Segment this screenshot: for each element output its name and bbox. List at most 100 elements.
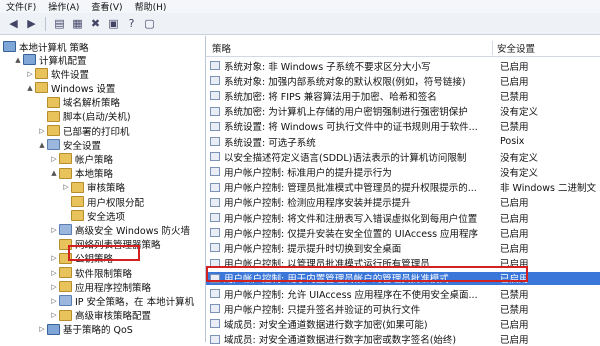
help-icon[interactable]: ? bbox=[124, 16, 139, 31]
policy-name: 系统加密: 为计算机上存储的用户密钥强制进行强密钥保护 bbox=[224, 107, 468, 119]
toolbar-separator bbox=[45, 16, 46, 31]
tree-item[interactable]: ▷ 高级安全 Windows 防火墙 bbox=[50, 223, 190, 237]
tree-item-label: 高级审核策略配置 bbox=[75, 311, 152, 323]
policy-icon bbox=[210, 243, 220, 253]
toolbar: ◀ ▶ ▤ ▦ ✖ ▣ ? ▢ bbox=[0, 13, 600, 35]
menu-file[interactable]: 文件(F) bbox=[6, 0, 36, 13]
policy-row[interactable]: 以安全描述符定义语言(SDDL)语法表示的计算机访问限制 没有定义 bbox=[206, 150, 600, 164]
tree-item[interactable]: ▷ 软件设置 bbox=[26, 67, 89, 81]
security-settings-icon bbox=[47, 139, 60, 151]
expander-icon[interactable]: ▷ bbox=[50, 311, 58, 319]
tree-item[interactable]: ▷ 审核策略 bbox=[62, 181, 125, 194]
computer-icon bbox=[23, 54, 36, 65]
policy-icon bbox=[210, 137, 220, 146]
folder-icon bbox=[59, 167, 72, 179]
policy-icon bbox=[210, 289, 220, 298]
policy-row[interactable]: 用户帐户控制: 标准用户的提升提示行为 没有定义 bbox=[206, 165, 600, 179]
tree-item[interactable]: ▷ 已部署的打印机 bbox=[38, 124, 130, 138]
policy-setting: 没有定义 bbox=[500, 167, 539, 179]
menu-help[interactable]: 帮助(H) bbox=[135, 0, 167, 13]
expander-icon[interactable]: ▲ bbox=[50, 169, 58, 177]
tree-item[interactable]: ▷ 高级审核策略配置 bbox=[50, 309, 151, 322]
tree-item[interactable]: ▷ 帐户策略 bbox=[50, 152, 113, 166]
policy-setting: 已启用 bbox=[500, 228, 529, 240]
policy-row[interactable]: 用户帐户控制: 允许 UIAccess 应用程序在不使用安全桌面... 已禁用 bbox=[206, 287, 600, 301]
policy-icon bbox=[210, 152, 220, 162]
expander-icon[interactable]: ▲ bbox=[14, 56, 22, 64]
policy-row[interactable]: 域成员: 对安全通道数据进行数字加密(如果可能) 已启用 bbox=[206, 317, 600, 331]
policy-icon bbox=[210, 91, 220, 101]
menu-view[interactable]: 查看(V) bbox=[91, 0, 122, 13]
policy-row[interactable]: 系统对象: 非 Windows 子系统不要求区分大小写 已启用 bbox=[206, 59, 600, 73]
console-icon[interactable]: ▢ bbox=[142, 16, 157, 31]
expander-icon[interactable]: ▷ bbox=[50, 254, 58, 262]
policy-icon bbox=[210, 167, 220, 177]
policy-name: 用户帐户控制: 允许 UIAccess 应用程序在不使用安全桌面... bbox=[224, 289, 478, 301]
policy-row[interactable]: 用户帐户控制: 管理员批准模式中管理员的提升权限提示的... 非 Windows … bbox=[206, 181, 600, 194]
back-arrow-icon[interactable]: ◀ bbox=[6, 16, 21, 31]
forward-arrow-icon[interactable]: ▶ bbox=[24, 16, 39, 31]
expander-icon[interactable]: ▷ bbox=[62, 183, 70, 191]
policy-row[interactable]: 用户帐户控制: 只提升签名并验证的可执行文件 已禁用 bbox=[206, 302, 600, 316]
policy-row[interactable]: 系统加密: 将 FIPS 兼容算法用于加密、哈希和签名 已禁用 bbox=[206, 89, 600, 103]
policy-row[interactable]: 系统对象: 加强内部系统对象的默认权限(例如，符号链接) 已启用 bbox=[206, 74, 600, 88]
policy-row[interactable]: 系统设置: 可选子系统 Posix bbox=[206, 135, 600, 149]
policy-setting: 已启用 bbox=[500, 319, 529, 331]
properties-icon[interactable]: ▣ bbox=[106, 16, 121, 31]
policy-setting: Posix bbox=[500, 136, 525, 147]
tree-item-label: 高级安全 Windows 防火墙 bbox=[75, 225, 190, 237]
expander-icon[interactable]: ▷ bbox=[50, 155, 58, 163]
tree-item[interactable]: ▷ IP 安全策略，在 本地计算机 bbox=[50, 294, 195, 308]
tree-item[interactable]: ▲ 安全设置 bbox=[38, 138, 101, 152]
policy-name: 系统对象: 非 Windows 子系统不要求区分大小写 bbox=[224, 61, 431, 73]
tree-item-label: IP 安全策略，在 本地计算机 bbox=[75, 296, 195, 308]
tree-item[interactable]: ▷ 基于策略的 QoS bbox=[38, 323, 133, 336]
expander-icon[interactable]: ▲ bbox=[38, 141, 46, 149]
expander-icon[interactable]: ▷ bbox=[50, 226, 58, 234]
policy-name: 域成员: 对安全通道数据进行数字加密(如果可能) bbox=[224, 319, 428, 331]
policy-row[interactable]: 用户帐户控制: 仅提升安装在安全位置的 UIAccess 应用程序 已启用 bbox=[206, 226, 600, 240]
policy-name: 以安全描述符定义语言(SDDL)语法表示的计算机访问限制 bbox=[224, 152, 467, 164]
policy-row[interactable]: 用户帐户控制: 将文件和注册表写入错误虚拟化到每用户位置 已启用 bbox=[206, 211, 600, 225]
expander-icon[interactable]: ▷ bbox=[38, 325, 46, 333]
folder-icon bbox=[47, 125, 60, 136]
expander-icon[interactable]: ▲ bbox=[26, 84, 34, 92]
policy-name: 用户帐户控制: 检测应用程序安装并提示提升 bbox=[224, 198, 411, 210]
tree-item[interactable]: 用户权限分配 bbox=[62, 195, 145, 209]
expander-icon[interactable]: ▷ bbox=[38, 127, 46, 135]
tree-item[interactable]: ▲ Windows 设置 bbox=[26, 81, 115, 95]
tree-root[interactable]: 本地计算机 策略 bbox=[2, 40, 89, 54]
policy-setting: 已禁用 bbox=[500, 289, 529, 301]
computer-icon bbox=[47, 323, 60, 335]
policy-row[interactable]: 系统设置: 将 Windows 可执行文件中的证书规则用于软件... 已禁用 bbox=[206, 120, 600, 133]
up-folder-icon[interactable]: ▤ bbox=[52, 16, 67, 31]
policy-row[interactable]: 系统加密: 为计算机上存储的用户密钥强制进行强密钥保护 没有定义 bbox=[206, 105, 600, 118]
policy-row[interactable]: 用户帐户控制: 检测应用程序安装并提示提升 已启用 bbox=[206, 196, 600, 209]
column-header-policy[interactable]: 策略 bbox=[206, 41, 492, 55]
tree-item[interactable]: ▲ 本地策略 bbox=[50, 167, 113, 180]
folder-icon bbox=[35, 82, 48, 94]
expander-icon[interactable]: ▷ bbox=[50, 269, 58, 277]
column-header-setting[interactable]: 安全设置 bbox=[492, 41, 535, 55]
expander-icon[interactable]: ▷ bbox=[50, 283, 58, 291]
tree-item-label: 应用程序控制策略 bbox=[75, 282, 152, 294]
tree-item[interactable]: ▲ 计算机配置 bbox=[14, 53, 87, 67]
tree-item[interactable]: ▷ 软件限制策略 bbox=[50, 266, 132, 280]
tree-item[interactable]: ▷ 应用程序控制策略 bbox=[50, 280, 152, 294]
menu-action[interactable]: 操作(A) bbox=[48, 0, 79, 13]
tree-item-label: 脚本(启动/关机) bbox=[63, 112, 131, 124]
expander-icon[interactable]: ▷ bbox=[26, 70, 34, 78]
expander-icon[interactable]: ▷ bbox=[50, 297, 58, 305]
folder-icon bbox=[71, 181, 84, 193]
show-tree-icon[interactable]: ▦ bbox=[70, 16, 85, 31]
list-header: 策略 安全设置 bbox=[206, 40, 600, 57]
policy-row[interactable]: 域成员: 对安全通道数据进行数字加密或数字签名(始终) 已启用 bbox=[206, 333, 600, 346]
folder-icon bbox=[59, 309, 72, 321]
tree-item[interactable]: 脚本(启动/关机) bbox=[38, 110, 131, 123]
delete-icon[interactable]: ✖ bbox=[88, 16, 103, 31]
tree-item-label: 用户权限分配 bbox=[87, 197, 145, 209]
policy-icon bbox=[210, 61, 220, 70]
tree-item[interactable]: 安全选项 bbox=[62, 209, 125, 223]
tree-item[interactable]: 域名解析策略 bbox=[38, 96, 120, 109]
policy-row[interactable]: 用户帐户控制: 提示提升时切换到安全桌面 已启用 bbox=[206, 241, 600, 255]
